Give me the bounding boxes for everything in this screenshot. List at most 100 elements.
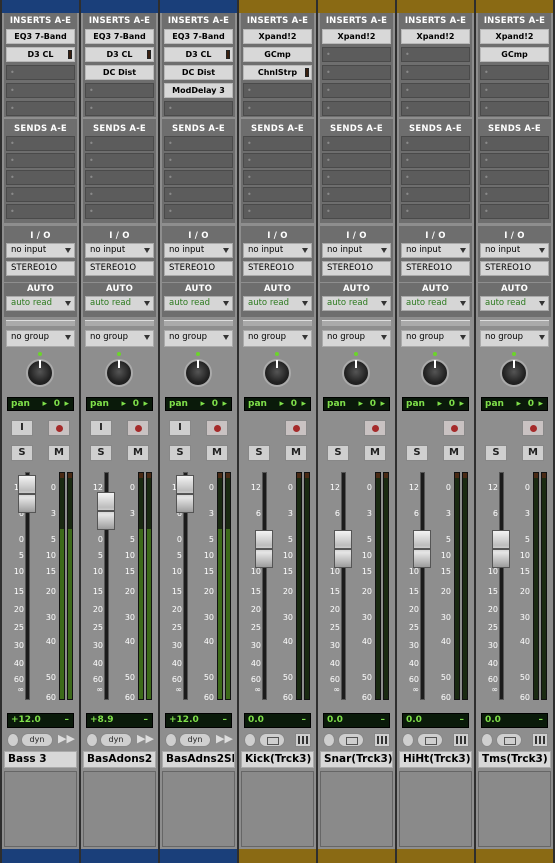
insert-slot-empty[interactable]: • bbox=[243, 101, 312, 116]
insert-slot-empty[interactable]: • bbox=[401, 65, 470, 80]
track-name[interactable]: BasAdons2 bbox=[83, 751, 156, 768]
dyn-toggle-icon[interactable] bbox=[165, 733, 177, 747]
send-slot-empty[interactable]: • bbox=[6, 153, 75, 168]
record-enable-button[interactable] bbox=[48, 420, 70, 436]
clip-indicator[interactable] bbox=[226, 473, 230, 478]
send-slot-empty[interactable]: • bbox=[480, 136, 549, 151]
send-slot-empty[interactable]: • bbox=[243, 136, 312, 151]
clip-indicator[interactable] bbox=[463, 473, 467, 478]
input-selector[interactable]: no input bbox=[85, 243, 154, 258]
send-slot-empty[interactable]: • bbox=[85, 153, 154, 168]
send-slot-empty[interactable]: • bbox=[243, 170, 312, 185]
output-window-button[interactable] bbox=[338, 733, 364, 747]
volume-fader[interactable] bbox=[413, 530, 431, 568]
volume-display[interactable]: +12.0 – bbox=[165, 713, 232, 728]
send-slot-empty[interactable]: • bbox=[164, 153, 233, 168]
record-enable-button[interactable] bbox=[285, 420, 307, 436]
send-slot-empty[interactable]: • bbox=[480, 170, 549, 185]
input-selector[interactable]: no input bbox=[401, 243, 470, 258]
clip-indicator[interactable] bbox=[147, 473, 151, 478]
group-selector[interactable]: no group bbox=[243, 330, 312, 347]
track-comments-area[interactable] bbox=[4, 771, 77, 847]
insert-slot-empty[interactable]: • bbox=[480, 65, 549, 80]
insert-slot-empty[interactable]: • bbox=[322, 101, 391, 116]
midi-piano-icon[interactable] bbox=[374, 733, 390, 747]
insert-plugin-button[interactable]: D3 CL bbox=[164, 47, 233, 62]
insert-slot-empty[interactable]: • bbox=[480, 101, 549, 116]
clip-indicator[interactable] bbox=[542, 473, 546, 478]
volume-fader[interactable] bbox=[18, 475, 36, 513]
insert-slot-empty[interactable]: • bbox=[322, 83, 391, 98]
input-selector[interactable]: no input bbox=[243, 243, 312, 258]
midi-piano-icon[interactable] bbox=[453, 733, 469, 747]
pan-display[interactable]: pan ▸ 0 ▸ bbox=[323, 397, 390, 411]
send-slot-empty[interactable]: • bbox=[85, 136, 154, 151]
insert-plugin-button[interactable]: Xpand!2 bbox=[322, 29, 391, 44]
clip-indicator[interactable] bbox=[305, 473, 309, 478]
send-slot-empty[interactable]: • bbox=[243, 204, 312, 219]
pan-knob[interactable] bbox=[26, 352, 54, 387]
insert-slot-empty[interactable]: • bbox=[322, 65, 391, 80]
fast-forward-icon[interactable]: ▶▶ bbox=[216, 733, 233, 747]
track-comments-area[interactable] bbox=[241, 771, 314, 847]
clip-indicator[interactable] bbox=[455, 473, 459, 478]
send-slot-empty[interactable]: • bbox=[480, 187, 549, 202]
group-selector[interactable]: no group bbox=[322, 330, 391, 347]
volume-display[interactable]: 0.0 – bbox=[402, 713, 469, 728]
send-slot-empty[interactable]: • bbox=[6, 187, 75, 202]
volume-display[interactable]: 0.0 – bbox=[323, 713, 390, 728]
output-selector[interactable]: STEREO1O bbox=[6, 261, 75, 276]
group-selector[interactable]: no group bbox=[401, 330, 470, 347]
output-selector[interactable]: STEREO1O bbox=[401, 261, 470, 276]
volume-fader[interactable] bbox=[492, 530, 510, 568]
dyn-button[interactable]: dyn bbox=[100, 733, 132, 747]
group-selector[interactable]: no group bbox=[164, 330, 233, 347]
fast-forward-icon[interactable]: ▶▶ bbox=[137, 733, 154, 747]
pan-knob[interactable] bbox=[342, 352, 370, 387]
insert-plugin-button[interactable]: ModDelay 3 bbox=[164, 83, 233, 98]
output-selector[interactable]: STEREO1O bbox=[164, 261, 233, 276]
send-slot-empty[interactable]: • bbox=[401, 187, 470, 202]
insert-plugin-button[interactable]: DC Dist bbox=[85, 65, 154, 80]
send-slot-empty[interactable]: • bbox=[322, 153, 391, 168]
send-slot-empty[interactable]: • bbox=[85, 204, 154, 219]
pan-knob[interactable] bbox=[184, 352, 212, 387]
clip-indicator[interactable] bbox=[60, 473, 64, 478]
automation-mode-selector[interactable]: auto read bbox=[243, 296, 312, 311]
input-monitor-button[interactable]: I bbox=[90, 420, 112, 436]
insert-slot-empty[interactable]: • bbox=[85, 101, 154, 116]
record-enable-button[interactable] bbox=[127, 420, 149, 436]
output-selector[interactable]: STEREO1O bbox=[243, 261, 312, 276]
track-name[interactable]: Bass 3 bbox=[4, 751, 77, 768]
volume-fader[interactable] bbox=[255, 530, 273, 568]
clip-indicator[interactable] bbox=[218, 473, 222, 478]
insert-plugin-button[interactable]: Xpand!2 bbox=[480, 29, 549, 44]
insert-plugin-button[interactable]: EQ3 7-Band bbox=[164, 29, 233, 44]
track-name[interactable]: Tms(Trck3) bbox=[478, 751, 551, 768]
send-slot-empty[interactable]: • bbox=[6, 204, 75, 219]
insert-slot-empty[interactable]: • bbox=[401, 83, 470, 98]
track-name[interactable]: Kick(Trck3) bbox=[241, 751, 314, 768]
insert-slot-empty[interactable]: • bbox=[322, 47, 391, 62]
volume-display[interactable]: +8.9 – bbox=[86, 713, 153, 728]
insert-plugin-button[interactable]: ChnlStrp bbox=[243, 65, 312, 80]
solo-button[interactable]: S bbox=[327, 445, 349, 461]
pan-display[interactable]: pan ▸ 0 ▸ bbox=[86, 397, 153, 411]
insert-slot-empty[interactable]: • bbox=[401, 101, 470, 116]
automation-mode-selector[interactable]: auto read bbox=[164, 296, 233, 311]
volume-display[interactable]: +12.0 – bbox=[7, 713, 74, 728]
automation-mode-selector[interactable]: auto read bbox=[480, 296, 549, 311]
input-selector[interactable]: no input bbox=[6, 243, 75, 258]
pan-knob[interactable] bbox=[500, 352, 528, 387]
track-comments-area[interactable] bbox=[478, 771, 551, 847]
volume-fader[interactable] bbox=[334, 530, 352, 568]
send-slot-empty[interactable]: • bbox=[401, 153, 470, 168]
clip-indicator[interactable] bbox=[68, 473, 72, 478]
send-slot-empty[interactable]: • bbox=[164, 187, 233, 202]
track-comments-area[interactable] bbox=[162, 771, 235, 847]
track-name[interactable]: Snar(Trck3) bbox=[320, 751, 393, 768]
dyn-toggle-icon[interactable] bbox=[7, 733, 19, 747]
output-toggle-icon[interactable] bbox=[244, 733, 256, 747]
solo-button[interactable]: S bbox=[11, 445, 33, 461]
send-slot-empty[interactable]: • bbox=[322, 204, 391, 219]
